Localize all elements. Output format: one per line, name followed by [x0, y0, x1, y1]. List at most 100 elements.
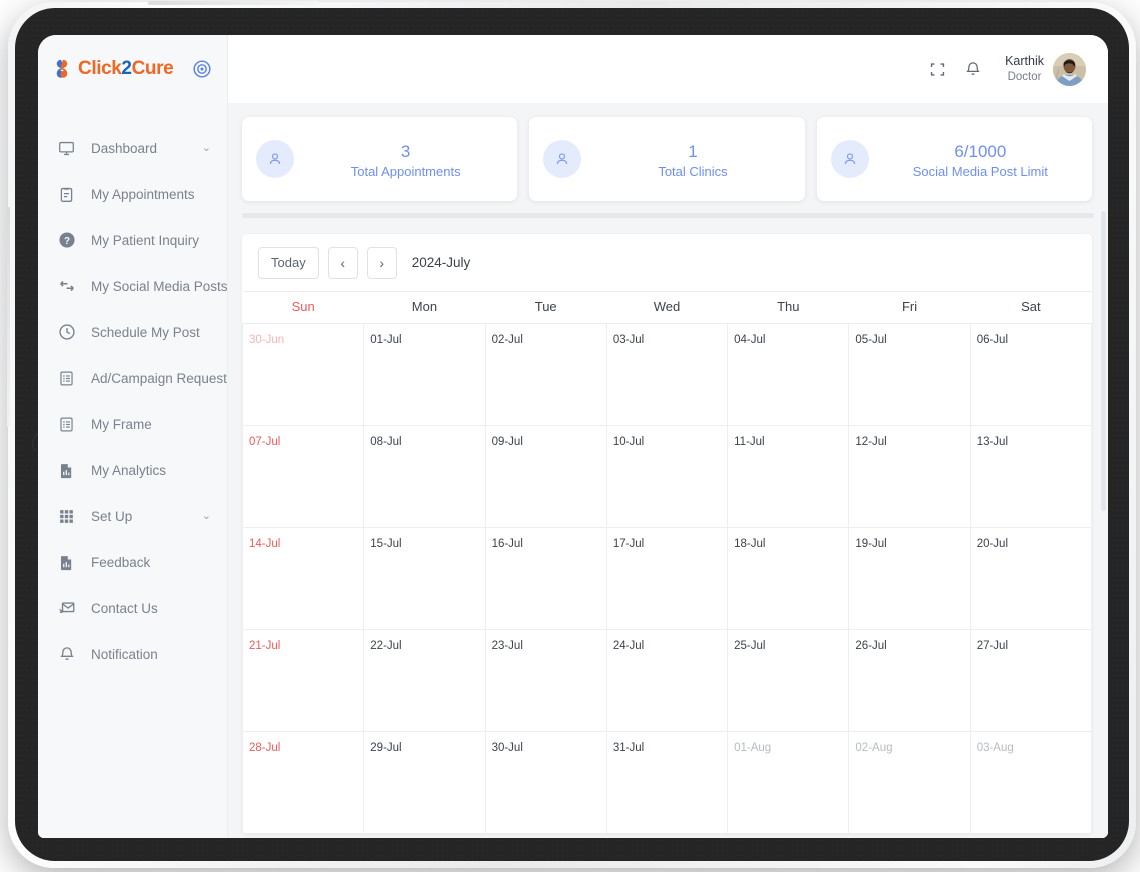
- chart-document-icon: [57, 553, 76, 572]
- question-circle-icon: ?: [57, 231, 76, 250]
- calendar-day-cell[interactable]: 20-Jul: [969, 527, 1092, 630]
- calendar-day-cell[interactable]: 30-Jul: [484, 731, 607, 834]
- calendar-day-cell[interactable]: 06-Jul: [969, 323, 1092, 426]
- sidebar-item-label: Feedback: [91, 554, 151, 570]
- calendar-day-number: 30-Jun: [249, 334, 285, 346]
- stat-texts: 1 Total Clinics: [595, 139, 790, 180]
- brand-row: Click2Cure: [38, 35, 227, 103]
- repeat-arrows-icon: [57, 277, 76, 296]
- sidebar-item-my-appointments[interactable]: My Appointments: [38, 171, 227, 217]
- brand-name-part3: Cure: [131, 58, 174, 79]
- person-icon: [543, 140, 582, 178]
- horizontal-scrollbar[interactable]: [242, 213, 1094, 218]
- calendar-day-cell[interactable]: 01-Jul: [363, 323, 486, 426]
- stat-card-total-appointments[interactable]: 3 Total Appointments: [242, 117, 518, 201]
- sidebar-item-my-patient-inquiry[interactable]: ? My Patient Inquiry: [38, 217, 227, 263]
- calendar-day-cell[interactable]: 25-Jul: [727, 629, 850, 732]
- calendar-day-number: 23-Jul: [491, 640, 523, 652]
- calendar-day-cell[interactable]: 04-Jul: [727, 323, 850, 426]
- fullscreen-expand-icon[interactable]: [927, 59, 947, 79]
- prev-month-button[interactable]: ‹: [327, 246, 358, 279]
- topbar: Karthik Doctor: [228, 35, 1108, 103]
- chevron-down-icon[interactable]: ⌄: [202, 510, 211, 522]
- calendar-day-cell[interactable]: 14-Jul: [242, 527, 365, 630]
- calendar-day-cell[interactable]: 23-Jul: [484, 629, 607, 732]
- brand-name-part1: Click: [78, 58, 122, 79]
- calendar-day-cell[interactable]: 26-Jul: [848, 629, 971, 732]
- chevron-down-icon[interactable]: ⌄: [202, 142, 211, 154]
- calendar-day-cell[interactable]: 17-Jul: [605, 527, 729, 630]
- sidebar-item-contact-us[interactable]: Contact Us: [38, 585, 227, 631]
- person-icon: [830, 140, 869, 178]
- calendar-day-cell[interactable]: 01-Aug: [727, 731, 850, 834]
- calendar-day-cell[interactable]: 07-Jul: [242, 425, 365, 528]
- sidebar-item-label: My Patient Inquiry: [91, 232, 200, 248]
- calendar-day-cell[interactable]: 11-Jul: [727, 425, 850, 528]
- bell-icon[interactable]: [963, 59, 983, 79]
- sidebar-item-schedule-my-post[interactable]: Schedule My Post: [38, 309, 227, 355]
- sidebar-item-ad-campaign-request[interactable]: Ad/Campaign Request: [38, 355, 227, 401]
- sidebar-item-feedback[interactable]: Feedback: [38, 539, 227, 585]
- calendar-day-cell[interactable]: 21-Jul: [242, 629, 365, 732]
- sidebar-item-my-social-media-posts[interactable]: My Social Media Posts: [38, 263, 228, 309]
- calendar-day-number: 12-Jul: [855, 436, 887, 448]
- calendar-day-cell[interactable]: 29-Jul: [363, 731, 486, 834]
- sidebar-item-notification[interactable]: Notification: [38, 631, 227, 677]
- calendar-day-cell[interactable]: 28-Jul: [242, 731, 365, 834]
- calendar-day-cell[interactable]: 05-Jul: [848, 323, 971, 426]
- calendar-day-cell[interactable]: 18-Jul: [727, 527, 850, 630]
- calendar-day-number: 03-Jul: [612, 334, 645, 346]
- main-area: Karthik Doctor 3 Total Appointments 1 To…: [228, 35, 1108, 838]
- sidebar-item-label: Notification: [91, 646, 158, 662]
- device-volume-button: [7, 207, 10, 427]
- stat-texts: 6/1000 Social Media Post Limit: [883, 139, 1078, 180]
- person-icon: [256, 140, 294, 178]
- brand-name-part2: 2: [121, 58, 132, 79]
- calendar-day-cell[interactable]: 03-Aug: [969, 731, 1092, 834]
- sidebar-item-set-up[interactable]: Set Up ⌄: [38, 493, 227, 539]
- calendar-day-cell[interactable]: 13-Jul: [969, 425, 1092, 528]
- calendar-day-cell[interactable]: 16-Jul: [484, 527, 607, 630]
- calendar-day-number: 22-Jul: [370, 640, 402, 652]
- sidebar-item-label: Set Up: [91, 508, 133, 524]
- calendar-day-cell[interactable]: 02-Aug: [848, 731, 971, 834]
- calendar-day-cell[interactable]: 19-Jul: [848, 527, 971, 630]
- stat-card-total-clinics[interactable]: 1 Total Clinics: [529, 117, 805, 201]
- calendar-week-row: 30-Jun 01-Jul 02-Jul 03-Jul 04-Jul 05-Jul 06-J…: [242, 323, 1092, 426]
- calendar-day-number: 30-Jul: [491, 742, 523, 754]
- calendar-day-cell[interactable]: 15-Jul: [363, 527, 486, 630]
- next-month-button[interactable]: ›: [366, 246, 397, 279]
- click2cure-cross-icon: [52, 58, 72, 80]
- vertical-scrollbar[interactable]: [1101, 211, 1106, 511]
- calendar-day-cell[interactable]: 30-Jun: [242, 323, 365, 426]
- stat-value: 6/1000: [954, 141, 1007, 161]
- calendar-day-cell[interactable]: 09-Jul: [484, 425, 607, 528]
- calendar-day-number: 01-Aug: [734, 742, 772, 754]
- calendar-day-cell[interactable]: 31-Jul: [605, 731, 729, 834]
- calendar-day-cell[interactable]: 22-Jul: [363, 629, 486, 732]
- sidebar-nav-list: Dashboard ⌄ My Appointments ? My Patient…: [38, 103, 228, 677]
- calendar-day-cell[interactable]: 03-Jul: [605, 323, 729, 426]
- mail-send-icon: [57, 599, 76, 618]
- calendar-day-cell[interactable]: 24-Jul: [605, 629, 729, 732]
- calendar-day-number: 02-Jul: [491, 334, 523, 346]
- user-profile-menu[interactable]: Karthik Doctor: [1005, 52, 1086, 86]
- app-screen: Click2Cure Dashboard ⌄ My Appointments ?…: [38, 35, 1108, 838]
- calendar-day-number: 20-Jul: [976, 538, 1009, 550]
- content-scroll-area: 3 Total Appointments 1 Total Clinics 6/1…: [228, 103, 1108, 838]
- stat-card-social-media-post-limit[interactable]: 6/1000 Social Media Post Limit: [816, 117, 1092, 201]
- calendar-day-cell[interactable]: 10-Jul: [605, 425, 729, 528]
- sidebar-item-my-frame[interactable]: My Frame: [38, 401, 227, 447]
- calendar-day-cell[interactable]: 02-Jul: [484, 323, 607, 426]
- sidebar-item-my-analytics[interactable]: My Analytics: [38, 447, 227, 493]
- calendar-day-cell[interactable]: 27-Jul: [969, 629, 1092, 732]
- sidebar-item-dashboard[interactable]: Dashboard ⌄: [38, 125, 227, 171]
- avatar[interactable]: [1053, 52, 1086, 86]
- today-button[interactable]: Today: [258, 246, 319, 279]
- calendar-day-cell[interactable]: 12-Jul: [848, 425, 971, 528]
- calendar-day-cell[interactable]: 08-Jul: [363, 425, 486, 528]
- calendar-day-number: 21-Jul: [249, 640, 281, 652]
- stat-value: 3: [400, 141, 411, 161]
- target-circle-icon[interactable]: [191, 58, 213, 80]
- calendar-week-row: 28-Jul 29-Jul 30-Jul 31-Jul 01-Aug 02-Aug 03-A…: [242, 731, 1092, 834]
